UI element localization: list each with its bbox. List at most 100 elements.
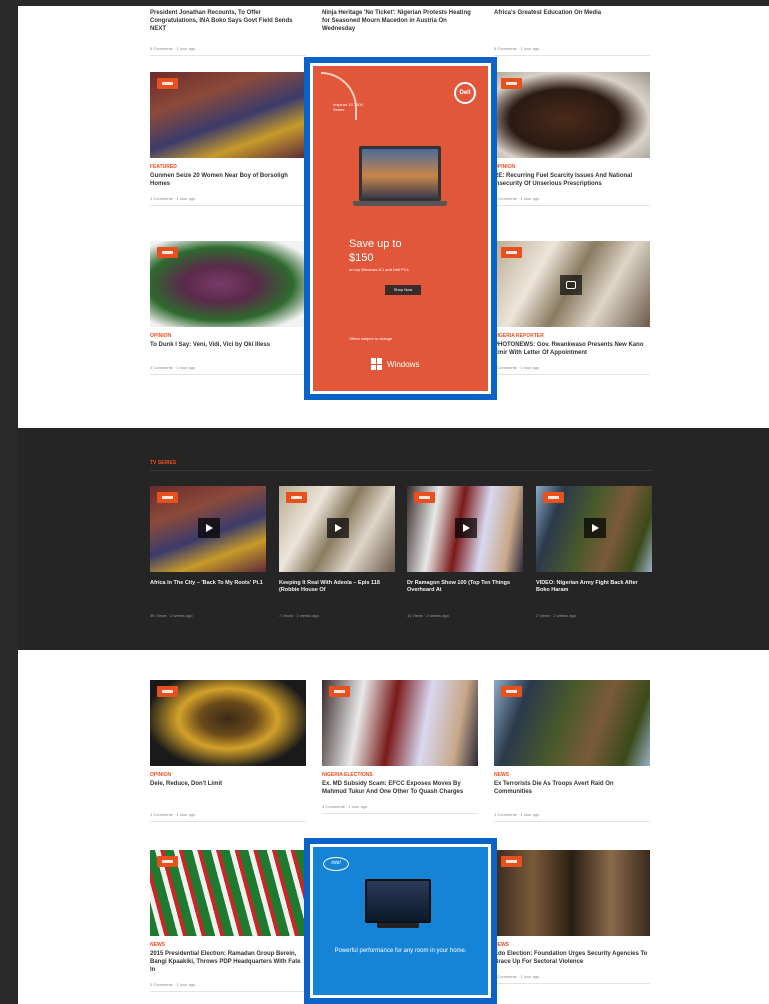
dell-ad-kicker: Inspiron 13 7000 Series	[333, 102, 363, 112]
dell-ad-footer: Offers subject to change.	[349, 336, 394, 341]
story-image[interactable]	[150, 850, 306, 936]
story-card[interactable]: Opinion RE: Recurring Fuel Scarcity Issu…	[494, 72, 650, 206]
story-image[interactable]	[494, 241, 650, 327]
photo-tag-icon	[501, 856, 522, 867]
story-meta: 3 Comments · 1 hour ago	[150, 982, 306, 992]
dell-ad-headline: Save up to	[349, 238, 402, 250]
windows-label: Windows	[387, 359, 420, 369]
story-meta: 3 Comments · 1 hour ago	[150, 812, 306, 822]
story-image[interactable]	[150, 680, 306, 766]
video-tag-icon	[414, 492, 435, 503]
story-meta: 3 Comments · 1 hour ago	[494, 812, 650, 822]
intel-ad[interactable]: intel Powerful performance for any room …	[313, 847, 488, 995]
partial-meta-3: 5 Comments · 1 hour ago	[494, 46, 650, 56]
story-category[interactable]: Opinion	[150, 772, 306, 779]
partial-headline-2[interactable]: Ninja Heritage 'No Ticket': Nigerian Pro…	[322, 9, 472, 33]
video-thumbnail[interactable]	[150, 486, 266, 572]
dell-logo-icon: Dell	[454, 82, 476, 104]
story-card[interactable]: Featured Gunmen Seize 20 Women Near Boy …	[150, 72, 306, 206]
story-meta: 3 Comments · 1 hour ago	[322, 804, 478, 814]
photo-tag-icon	[157, 856, 178, 867]
story-category[interactable]: Opinion	[150, 333, 306, 340]
photo-tag-icon	[501, 686, 522, 697]
photo-tag-icon	[501, 78, 522, 89]
story-card[interactable]: Nigeria Reporter PHOTONEWS: Gov. Rwankwa…	[494, 241, 650, 375]
play-icon[interactable]	[584, 518, 606, 538]
story-title[interactable]: To Dunk I Say: Veni, Vidi, Vici by Oki I…	[150, 341, 306, 349]
story-image[interactable]	[494, 850, 650, 936]
story-title[interactable]: Gunmen Seize 20 Women Near Boy of Borsol…	[150, 172, 306, 188]
play-icon[interactable]	[198, 518, 220, 538]
play-icon[interactable]	[455, 518, 477, 538]
dell-ad-amount: $150	[349, 252, 374, 264]
story-title[interactable]: Edo Election: Foundation Urges Security …	[494, 950, 650, 966]
story-card[interactable]: News Edo Election: Foundation Urges Secu…	[494, 850, 650, 984]
dell-ad-highlight[interactable]: Inspiron 13 7000 Series Dell Save up to …	[304, 57, 497, 400]
video-tag-icon	[286, 492, 307, 503]
story-card[interactable]: News Ex Terrorists Die As Troops Avert R…	[494, 680, 650, 822]
photo-tag-icon	[501, 247, 522, 258]
story-title[interactable]: Dele, Reduce, Don't Limit	[150, 780, 306, 788]
story-meta: 3 Comments · 1 hour ago	[494, 365, 650, 375]
page-frame: President Jonathan Recounts, To Offer Co…	[18, 6, 769, 1004]
story-category[interactable]: News	[494, 772, 650, 779]
photo-tag-icon	[157, 686, 178, 697]
video-title[interactable]: Dr Ramagon Show 100 (Top Ten Things Over…	[407, 580, 523, 594]
story-category[interactable]: Opinion	[494, 164, 650, 171]
story-card[interactable]: News 2015 Presidential Election: Ramadan…	[150, 850, 306, 992]
video-title[interactable]: Keeping It Real With Adeola – Epis 118 (…	[279, 580, 395, 594]
story-category[interactable]: Nigeria Elections	[322, 772, 478, 779]
story-image[interactable]	[150, 72, 306, 158]
video-meta: 7 Views · 2 weeks ago	[279, 613, 319, 618]
video-thumbnail[interactable]	[536, 486, 652, 572]
story-image[interactable]	[494, 72, 650, 158]
story-category[interactable]: News	[494, 942, 650, 949]
video-tag-icon	[543, 492, 564, 503]
video-thumbnail[interactable]	[407, 486, 523, 572]
video-tag-icon	[157, 492, 178, 503]
windows-logo-icon	[371, 358, 383, 370]
intel-ad-highlight[interactable]: intel Powerful performance for any room …	[304, 838, 497, 1004]
story-title[interactable]: RE: Recurring Fuel Scarcity Issues And N…	[494, 172, 650, 188]
tv-series-section: TV Series Africa In The City – 'Back To …	[18, 428, 769, 650]
section-label[interactable]: TV Series	[150, 460, 176, 466]
story-title[interactable]: 2015 Presidential Election: Ramadan Grou…	[150, 950, 306, 974]
video-meta: 11 Views · 2 weeks ago	[407, 613, 449, 618]
story-category[interactable]: News	[150, 942, 306, 949]
camera-icon	[560, 275, 582, 295]
story-meta: 3 Comments · 1 hour ago	[494, 196, 650, 206]
story-card[interactable]: Opinion Dele, Reduce, Don't Limit 3 Comm…	[150, 680, 306, 822]
story-title[interactable]: Ex. MD Subsidy Scam: EFCC Exposes Moves …	[322, 780, 478, 796]
video-thumbnail[interactable]	[279, 486, 395, 572]
story-meta: 3 Comments · 1 hour ago	[494, 974, 650, 984]
shop-now-button[interactable]: Shop Now	[385, 285, 421, 295]
video-title[interactable]: Africa In The City – 'Back To My Roots' …	[150, 580, 266, 587]
video-title[interactable]: VIDEO: Nigerian Army Fight Back After Bo…	[536, 580, 652, 594]
partial-headline-1[interactable]: President Jonathan Recounts, To Offer Co…	[150, 9, 300, 33]
story-category[interactable]: Nigeria Reporter	[494, 333, 650, 340]
story-card[interactable]: Nigeria Elections Ex. MD Subsidy Scam: E…	[322, 680, 478, 814]
dell-ad[interactable]: Inspiron 13 7000 Series Dell Save up to …	[313, 66, 488, 391]
story-meta: 3 Comments · 1 hour ago	[150, 196, 306, 206]
photo-tag-icon	[157, 247, 178, 258]
windows-badge: Windows	[371, 358, 419, 370]
partial-headline-3[interactable]: Africa's Greatest Education On Media	[494, 9, 644, 17]
play-icon[interactable]	[327, 518, 349, 538]
partial-meta-1: 5 Comments · 1 hour ago	[150, 46, 306, 56]
story-image[interactable]	[150, 241, 306, 327]
story-category[interactable]: Featured	[150, 164, 306, 171]
laptop-icon	[359, 146, 441, 201]
story-image[interactable]	[494, 680, 650, 766]
intel-logo-icon: intel	[323, 857, 349, 871]
story-card[interactable]: Opinion To Dunk I Say: Veni, Vidi, Vici …	[150, 241, 306, 375]
video-meta: 2 Views · 2 weeks ago	[536, 613, 576, 618]
monitor-icon	[365, 879, 431, 923]
story-title[interactable]: Ex Terrorists Die As Troops Avert Raid O…	[494, 780, 650, 796]
swoosh-icon	[321, 72, 357, 120]
photo-tag-icon	[157, 78, 178, 89]
story-title[interactable]: PHOTONEWS: Gov. Rwankwaso Presents New K…	[494, 341, 650, 357]
monitor-stand-icon	[377, 923, 419, 928]
intel-ad-text: Powerful performance for any room in you…	[334, 948, 467, 954]
story-meta: 3 Comments · 1 hour ago	[150, 365, 306, 375]
story-image[interactable]	[322, 680, 478, 766]
